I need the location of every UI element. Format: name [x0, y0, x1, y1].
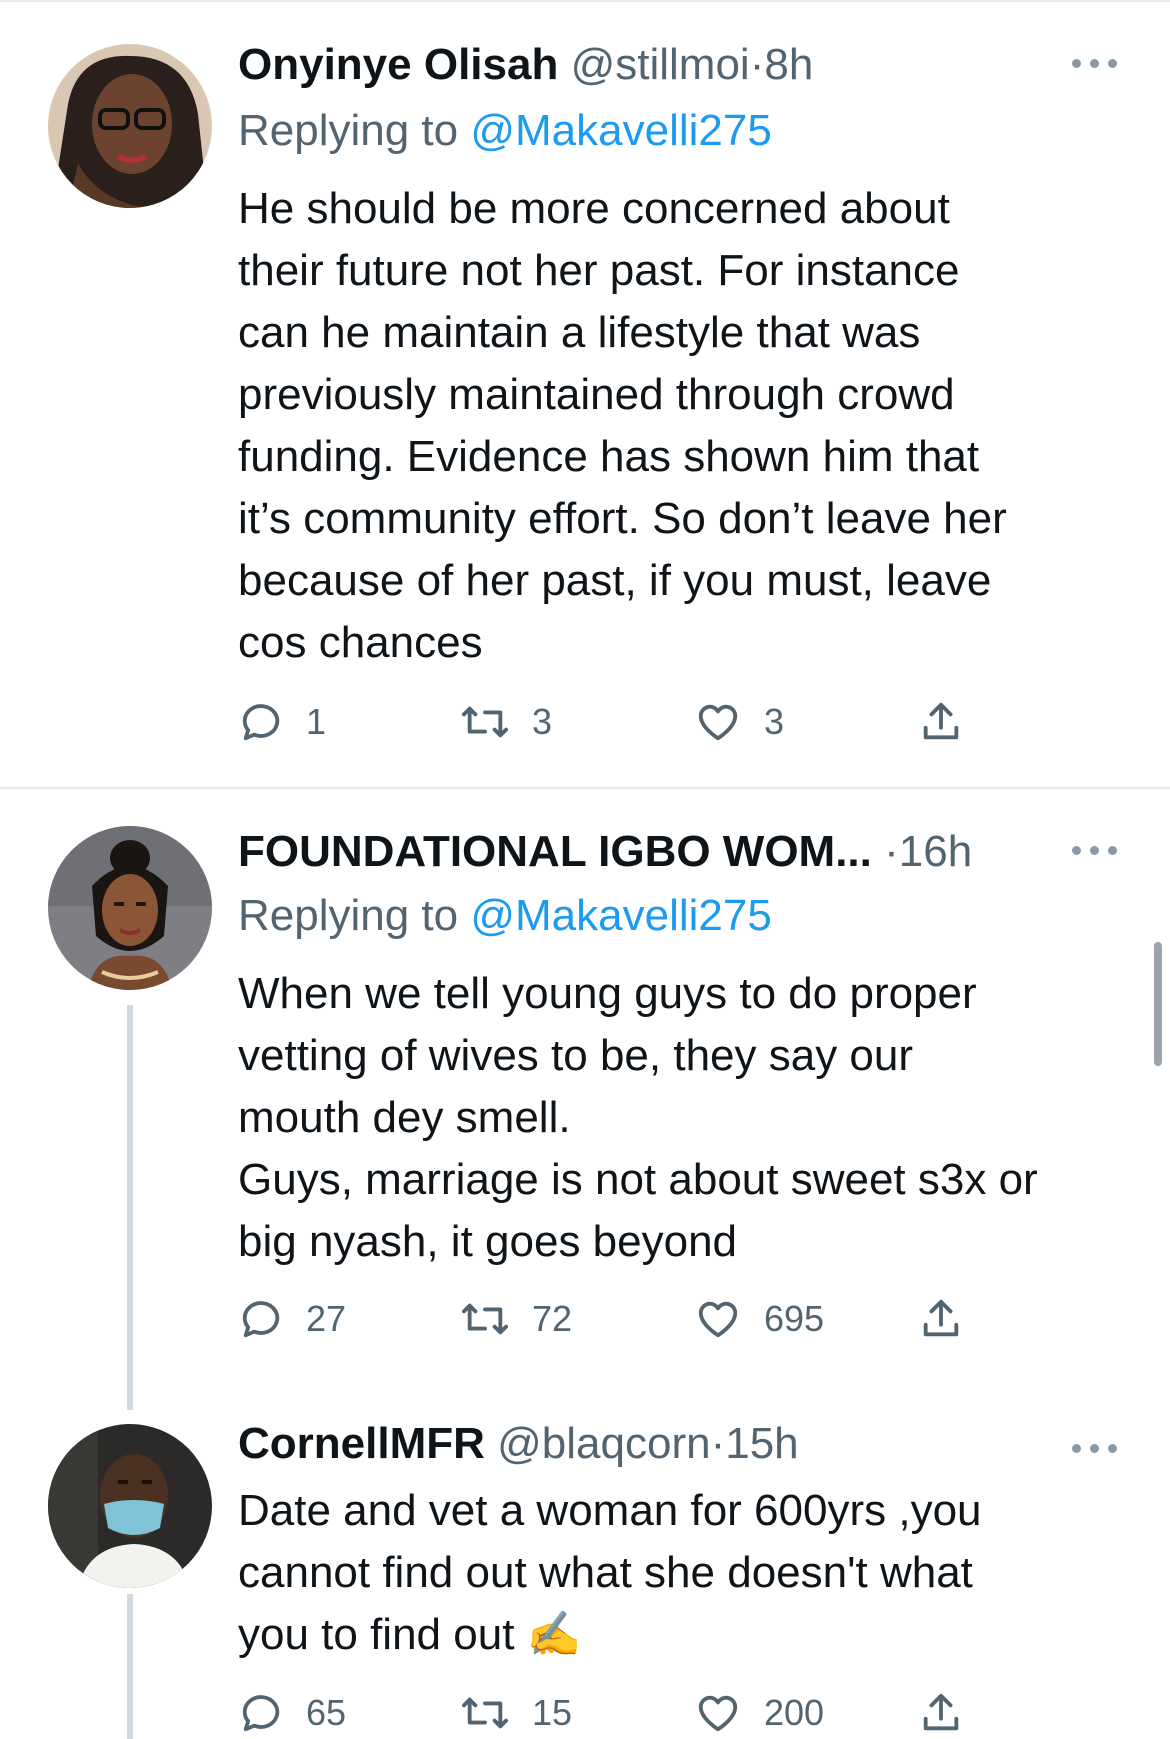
reply-button[interactable]: 1 [238, 697, 326, 747]
tweet-text: He should be more concerned about their … [238, 184, 1007, 667]
scrollbar[interactable] [1154, 942, 1162, 1066]
like-icon [698, 1695, 738, 1732]
author-handle[interactable]: @stillmoi [571, 40, 750, 89]
like-icon [698, 1301, 738, 1338]
mention-link[interactable]: @Makavelli275 [470, 106, 771, 155]
author-name[interactable]: Onyinye Olisah [238, 40, 558, 89]
retweet-icon [461, 706, 508, 738]
share-button[interactable] [918, 1294, 986, 1344]
author-handle[interactable]: @blaqcorn [497, 1419, 710, 1468]
like-count: 200 [764, 1692, 825, 1733]
like-count: 3 [764, 701, 785, 742]
share-button[interactable] [918, 1688, 986, 1738]
reply-count: 27 [306, 1298, 347, 1339]
separator-dot: · [884, 827, 899, 876]
share-icon [923, 1299, 959, 1337]
like-button[interactable]: 3 [694, 697, 784, 747]
like-button[interactable]: 695 [694, 1294, 824, 1344]
timestamp[interactable]: 15h [725, 1419, 798, 1468]
more-options-icon[interactable] [1072, 843, 1118, 857]
tweet-actions: 1 3 3 [238, 697, 998, 747]
mention-link[interactable]: @Makavelli275 [470, 891, 771, 940]
retweet-button[interactable]: 15 [460, 1688, 572, 1738]
tweet-actions: 65 15 200 [238, 1688, 998, 1738]
like-count: 695 [764, 1298, 825, 1339]
tweet-header: CornellMFR @blaqcorn·15h [238, 1417, 799, 1471]
tweet-header: Onyinye Olisah @stillmoi·8h [238, 38, 813, 92]
reply-count: 1 [306, 701, 327, 742]
retweet-button[interactable]: 3 [460, 697, 552, 747]
reply-icon [242, 704, 280, 741]
tweet-divider [0, 787, 1170, 789]
reply-icon [242, 1301, 280, 1338]
reply-button[interactable]: 65 [238, 1688, 346, 1738]
avatar[interactable] [48, 826, 212, 990]
tweet-actions: 27 72 695 [238, 1294, 998, 1344]
replying-prefix: Replying to [238, 106, 471, 155]
replying-prefix: Replying to [238, 891, 471, 940]
more-options-icon[interactable] [1072, 1441, 1118, 1455]
replying-to: Replying to @Makavelli275 [238, 104, 772, 158]
tweet-text: Date and vet a woman for 600yrs ,you can… [238, 1486, 982, 1659]
avatar[interactable] [48, 44, 212, 208]
retweet-icon [461, 1697, 508, 1729]
share-icon [923, 702, 959, 740]
reply-count: 65 [306, 1692, 347, 1733]
timestamp[interactable]: 16h [899, 827, 972, 876]
top-divider [0, 0, 1170, 2]
timestamp[interactable]: 8h [764, 40, 813, 89]
replying-to: Replying to @Makavelli275 [238, 889, 772, 943]
author-name[interactable]: CornellMFR [238, 1419, 485, 1468]
retweet-count: 15 [532, 1692, 573, 1733]
retweet-count: 3 [532, 701, 553, 742]
tweet-text: When we tell young guys to do proper vet… [238, 969, 1038, 1266]
separator-dot: · [710, 1419, 726, 1468]
like-button[interactable]: 200 [694, 1688, 824, 1738]
reply-button[interactable]: 27 [238, 1294, 346, 1344]
thread-line [127, 1005, 133, 1410]
like-icon [698, 704, 738, 741]
thread-line [127, 1594, 133, 1739]
share-icon [923, 1693, 959, 1731]
author-name[interactable]: FOUNDATIONAL IGBO WOM... [238, 827, 872, 876]
retweet-count: 72 [532, 1298, 573, 1339]
tweet-header: FOUNDATIONAL IGBO WOM... ·16h [238, 825, 972, 879]
retweet-icon [461, 1303, 508, 1335]
retweet-button[interactable]: 72 [460, 1294, 572, 1344]
avatar[interactable] [48, 1424, 212, 1588]
more-options-icon[interactable] [1072, 56, 1118, 70]
reply-icon [242, 1695, 280, 1732]
share-button[interactable] [918, 697, 986, 747]
separator-dot: · [749, 40, 765, 89]
